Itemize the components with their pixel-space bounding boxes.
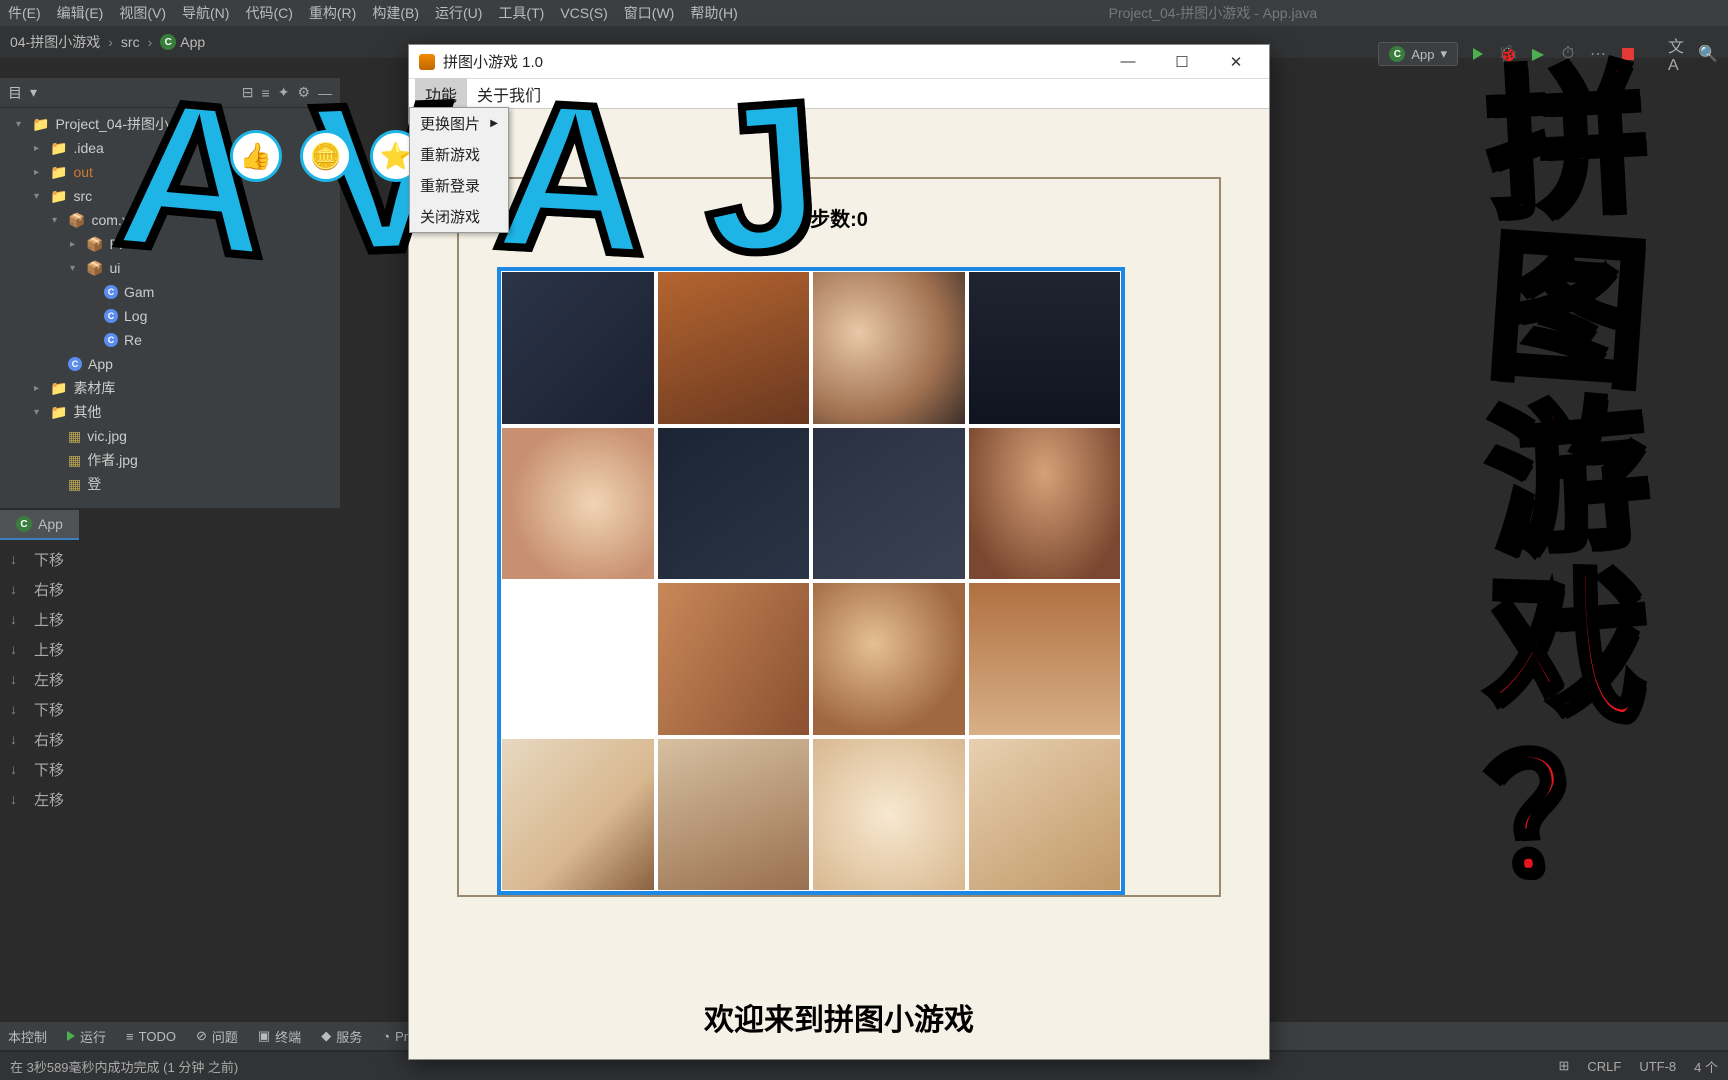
tab-terminal[interactable]: ▣ 终端 (258, 1027, 301, 1046)
menu-build[interactable]: 构建(B) (372, 3, 419, 23)
editor-tabs: C App (0, 510, 79, 540)
run-output-line: ↓右移 (0, 724, 340, 754)
menu-help[interactable]: 帮助(H) (690, 3, 737, 23)
run-output-line: ↓下移 (0, 694, 340, 724)
run-output-line: ↓左移 (0, 664, 340, 694)
project-header-title: 目 (8, 83, 22, 103)
close-button[interactable]: ✕ (1213, 47, 1259, 77)
tree-item[interactable]: CApp (0, 352, 340, 376)
translate-button[interactable]: 文A (1668, 44, 1688, 64)
java-class-icon: C (16, 516, 32, 532)
dropdown-restart-game[interactable]: 重新游戏 (410, 139, 508, 170)
tab-services[interactable]: ◆ 服务 (321, 1027, 362, 1046)
search-button[interactable]: 🔍 (1698, 44, 1718, 64)
function-dropdown: 更换图片▶ 重新游戏 重新登录 关闭游戏 (409, 107, 509, 233)
tree-item[interactable]: ▦vic.jpg (0, 424, 340, 448)
file-tab-app[interactable]: C App (0, 510, 79, 540)
status-message: 在 3秒589毫秒内成功完成 (1 分钟 之前) (10, 1057, 238, 1076)
crumb-app[interactable]: CApp (160, 34, 205, 50)
maximize-button[interactable]: ☐ (1159, 47, 1205, 77)
tree-item[interactable]: CRe (0, 328, 340, 352)
overlay-red-text: 拼 图 游 戏 ？ (1488, 60, 1648, 900)
puzzle-tile[interactable] (812, 738, 966, 892)
puzzle-tile[interactable] (657, 427, 811, 581)
java-class-icon: C (160, 34, 176, 50)
dropdown-close-game[interactable]: 关闭游戏 (410, 201, 508, 232)
puzzle-tile[interactable] (968, 427, 1122, 581)
welcome-text: 欢迎来到拼图小游戏 (409, 995, 1269, 1039)
puzzle-grid[interactable] (497, 267, 1125, 895)
status-indent[interactable]: 4 个 (1694, 1057, 1718, 1076)
java-class-icon: C (1389, 46, 1405, 62)
puzzle-tile[interactable] (812, 427, 966, 581)
run-output-panel: ↓下移↓右移↓上移↓上移↓左移↓下移↓右移↓下移↓左移 (0, 540, 340, 860)
puzzle-tile-empty[interactable] (501, 582, 655, 736)
menu-vcs[interactable]: VCS(S) (560, 5, 607, 21)
play-icon (1473, 48, 1483, 60)
puzzle-tile[interactable] (501, 271, 655, 425)
run-output-line: ↓上移 (0, 634, 340, 664)
puzzle-tile[interactable] (657, 738, 811, 892)
tab-vcs[interactable]: 本控制 (8, 1027, 47, 1046)
crumb-src[interactable]: src (121, 34, 140, 50)
chevron-down-icon[interactable]: ▾ (30, 84, 37, 101)
puzzle-tile[interactable] (812, 582, 966, 736)
crumb-project[interactable]: 04-拼图小游戏 (10, 32, 100, 52)
ide-menubar: 件(E) 编辑(E) 视图(V) 导航(N) 代码(C) 重构(R) 构建(B)… (0, 0, 1728, 26)
tree-item[interactable]: CLog (0, 304, 340, 328)
dropdown-change-image[interactable]: 更换图片▶ (410, 108, 508, 139)
tab-run[interactable]: 运行 (67, 1027, 106, 1046)
chevron-right-icon: › (148, 34, 153, 50)
puzzle-tile[interactable] (501, 427, 655, 581)
puzzle-tile[interactable] (968, 582, 1122, 736)
run-output-line: ↓上移 (0, 604, 340, 634)
menu-refactor[interactable]: 重构(R) (309, 3, 356, 23)
run-output-line: ↓下移 (0, 754, 340, 784)
coin-icon (300, 130, 352, 182)
puzzle-tile[interactable] (968, 271, 1122, 425)
dropdown-relogin[interactable]: 重新登录 (410, 170, 508, 201)
tree-item[interactable]: ▦登 (0, 472, 340, 496)
run-output-line: ↓下移 (0, 544, 340, 574)
tree-item[interactable]: ▾📁其他 (0, 400, 340, 424)
chevron-right-icon: › (108, 34, 113, 50)
menu-file[interactable]: 件(E) (8, 3, 41, 23)
menu-tools[interactable]: 工具(T) (498, 3, 544, 23)
tab-problems[interactable]: ⊘ 问题 (196, 1027, 238, 1046)
tree-item[interactable]: ▦作者.jpg (0, 448, 340, 472)
menu-window[interactable]: 窗口(W) (624, 3, 675, 23)
puzzle-tile[interactable] (812, 271, 966, 425)
menu-code[interactable]: 代码(C) (245, 3, 292, 23)
chevron-down-icon: ▾ (1440, 46, 1447, 62)
window-title: Project_04-拼图小游戏 - App.java (1109, 3, 1318, 23)
puzzle-tile[interactable] (501, 738, 655, 892)
run-output-line: ↓左移 (0, 784, 340, 814)
thumbs-up-icon (230, 130, 282, 182)
play-icon (67, 1031, 75, 1041)
minimize-button[interactable]: — (1105, 47, 1151, 77)
status-encoding[interactable]: UTF-8 (1639, 1059, 1676, 1074)
status-win-icon[interactable]: ⊞ (1558, 1058, 1569, 1074)
submenu-arrow-icon: ▶ (490, 118, 498, 129)
status-crlf[interactable]: CRLF (1587, 1059, 1621, 1074)
menu-view[interactable]: 视图(V) (119, 3, 166, 23)
puzzle-tile[interactable] (968, 738, 1122, 892)
menu-navigate[interactable]: 导航(N) (182, 3, 229, 23)
badge-row (230, 130, 422, 182)
tab-todo[interactable]: ≡ TODO (126, 1029, 176, 1044)
menu-edit[interactable]: 编辑(E) (57, 3, 104, 23)
tree-item[interactable]: ▸📁素材库 (0, 376, 340, 400)
run-config-selector[interactable]: C App ▾ (1378, 42, 1458, 66)
menu-run[interactable]: 运行(U) (435, 3, 482, 23)
puzzle-tile[interactable] (657, 582, 811, 736)
run-output-line: ↓右移 (0, 574, 340, 604)
